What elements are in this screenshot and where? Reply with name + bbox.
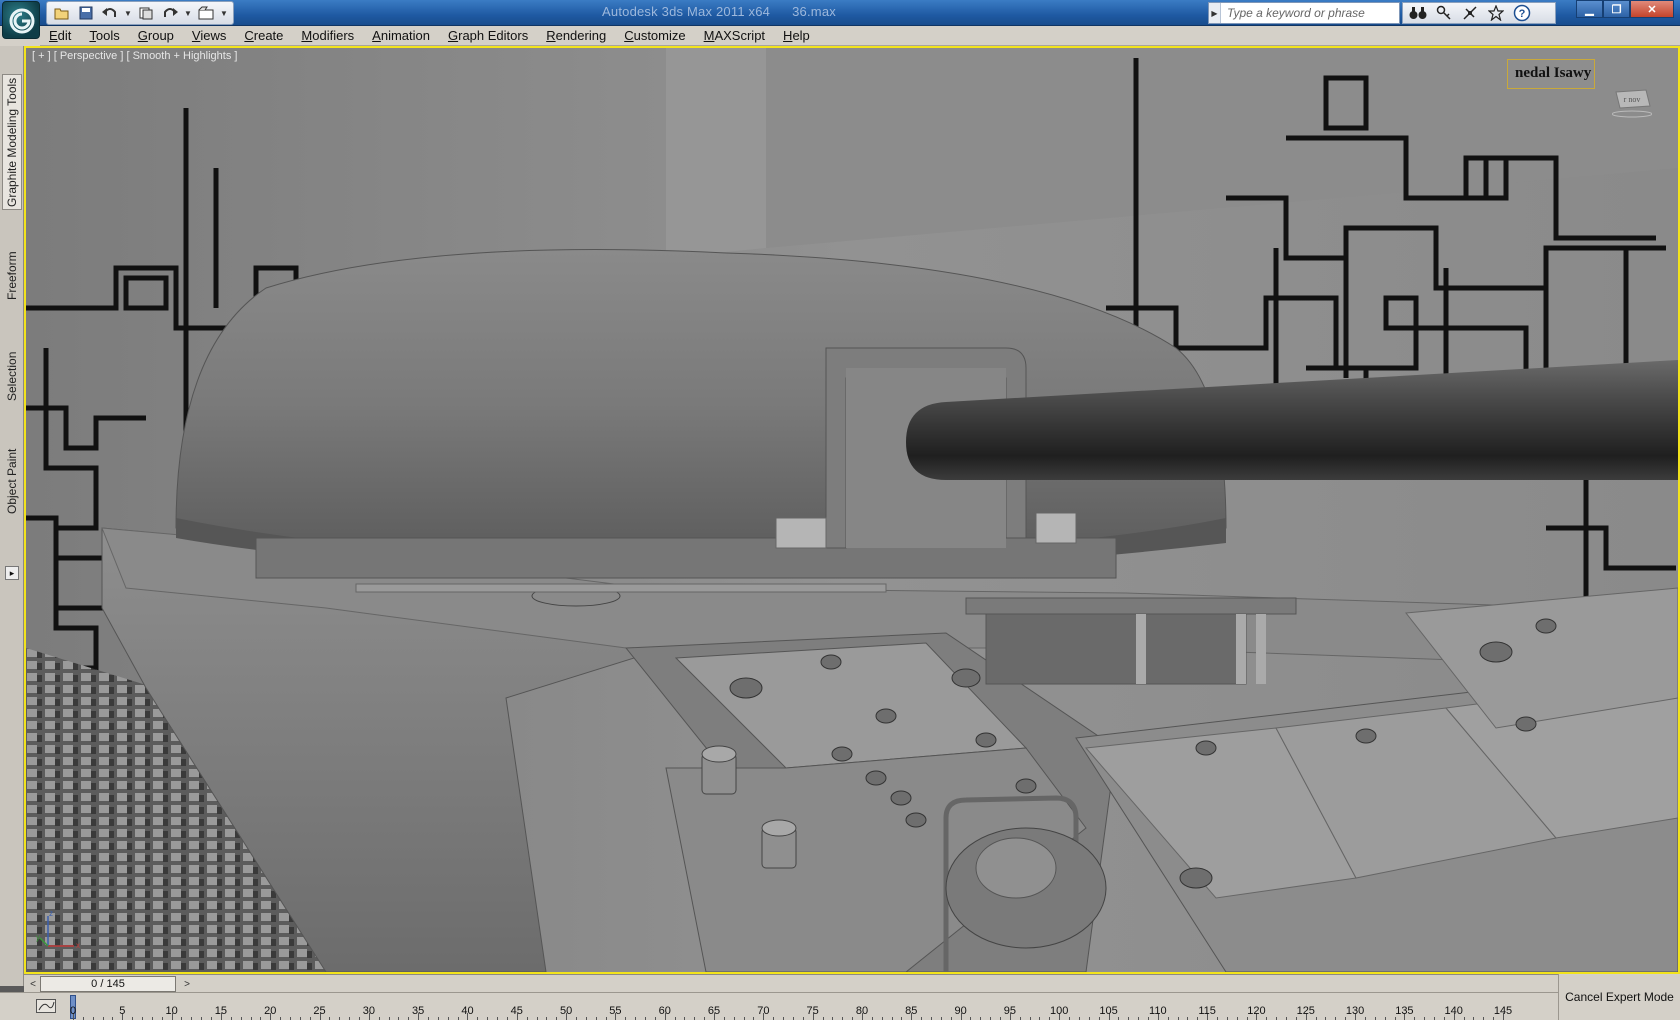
viewcube[interactable]: r nov xyxy=(1611,86,1653,118)
ribbon-expand-icon[interactable]: ▸ xyxy=(5,566,19,580)
menu-create[interactable]: Create xyxy=(235,26,292,46)
frame-label: 25 xyxy=(313,1005,326,1017)
frame-label: 20 xyxy=(264,1005,277,1017)
frame-label: 0 xyxy=(69,1005,77,1017)
frame-label: 45 xyxy=(510,1005,523,1017)
time-slider-bar: < 0 / 145 > xyxy=(24,974,1558,992)
hold-icon[interactable] xyxy=(135,3,157,23)
frame-label: 60 xyxy=(658,1005,671,1017)
tab-graphite-modeling-tools[interactable]: Graphite Modeling Tools xyxy=(2,74,22,210)
frame-label: 70 xyxy=(757,1005,770,1017)
window-controls: ▁ ❐ ✕ xyxy=(1576,0,1674,18)
time-slider[interactable]: 0 / 145 xyxy=(40,976,176,992)
svg-text:z: z xyxy=(49,909,53,918)
menu-views[interactable]: Views xyxy=(183,26,235,46)
title-bar: ▼ ▼ ▼ Autodesk 3ds Max 2011 x6436.max ▶ xyxy=(0,0,1680,26)
cancel-expert-mode-button[interactable]: Cancel Expert Mode xyxy=(1558,974,1680,1020)
menu-tools[interactable]: Tools xyxy=(80,26,128,46)
save-icon[interactable] xyxy=(75,3,97,23)
tank-scene-render xyxy=(26,48,1678,972)
restore-icon[interactable]: ❐ xyxy=(1603,0,1630,18)
minimize-icon[interactable]: ▁ xyxy=(1576,0,1603,18)
redo-icon[interactable] xyxy=(159,3,181,23)
satellite-icon[interactable] xyxy=(1459,3,1481,23)
frame-label: 145 xyxy=(1493,1005,1513,1017)
mini-curve-editor-icon[interactable] xyxy=(36,999,56,1013)
svg-text:y: y xyxy=(36,933,40,942)
close-icon[interactable]: ✕ xyxy=(1630,0,1674,18)
menu-customize[interactable]: Customize xyxy=(615,26,694,46)
tab-freeform[interactable]: Freeform xyxy=(2,246,22,306)
app-menu-button[interactable] xyxy=(2,1,40,39)
window-title: Autodesk 3ds Max 2011 x64 36.max xyxy=(602,4,836,19)
frame-label: 125 xyxy=(1296,1005,1315,1017)
frame-label: 105 xyxy=(1099,1005,1118,1017)
project-dropdown-icon[interactable]: ▼ xyxy=(219,3,229,23)
frame-label: 140 xyxy=(1444,1005,1463,1017)
menu-modifiers[interactable]: Modifiers xyxy=(292,26,363,46)
frame-label: 65 xyxy=(707,1005,721,1017)
help-icon[interactable]: ? xyxy=(1511,3,1533,23)
frame-label: 120 xyxy=(1247,1005,1266,1017)
frame-label: 95 xyxy=(1003,1005,1017,1017)
frame-label: 40 xyxy=(461,1005,474,1017)
author-name-tag: nedal Isawy xyxy=(1507,59,1595,89)
frame-ruler[interactable]: 0 5 10 15 20 25 30 35 40 45 50 55 60 65 70 75 80 85 90 95 10… xyxy=(70,993,1540,1020)
frame-label: 15 xyxy=(214,1005,228,1017)
undo-icon[interactable] xyxy=(99,3,121,23)
project-folder-icon[interactable] xyxy=(195,3,217,23)
search-input[interactable] xyxy=(1221,3,1397,23)
frame-label: 90 xyxy=(954,1005,967,1017)
infocenter-search[interactable]: ▶ xyxy=(1208,2,1400,24)
svg-text:x: x xyxy=(76,941,80,950)
frame-label: 5 xyxy=(119,1005,126,1017)
track-bar[interactable]: 0 5 10 15 20 25 30 35 40 45 50 55 60 65 70 75 80 85 90 95 10… xyxy=(0,992,1558,1020)
quick-access-toolbar: ▼ ▼ ▼ xyxy=(46,1,234,25)
frame-label: 50 xyxy=(559,1005,573,1017)
tab-object-paint[interactable]: Object Paint xyxy=(2,441,22,521)
redo-dropdown-icon[interactable]: ▼ xyxy=(183,3,193,23)
undo-dropdown-icon[interactable]: ▼ xyxy=(123,3,133,23)
menu-graph-editors[interactable]: Graph Editors xyxy=(439,26,537,46)
frame-label: 10 xyxy=(165,1005,178,1017)
svg-text:?: ? xyxy=(1519,8,1526,20)
frame-label: 30 xyxy=(362,1005,375,1017)
app-logo-icon xyxy=(9,8,35,34)
star-icon[interactable] xyxy=(1485,3,1507,23)
frame-label: 135 xyxy=(1395,1005,1414,1017)
ribbon-vertical-tabs: Graphite Modeling Tools Freeform Selecti… xyxy=(0,46,24,986)
frame-label: 110 xyxy=(1149,1005,1167,1017)
tab-selection[interactable]: Selection xyxy=(2,346,22,406)
viewcube-label: r nov xyxy=(1624,95,1641,104)
perspective-viewport[interactable]: [ + ] [ Perspective ] [ Smooth + Highlig… xyxy=(24,46,1680,974)
time-prev-button[interactable]: < xyxy=(26,977,40,991)
viewport-label[interactable]: [ + ] [ Perspective ] [ Smooth + Highlig… xyxy=(32,50,237,62)
menu-animation[interactable]: Animation xyxy=(363,26,439,46)
frame-label: 85 xyxy=(905,1005,918,1017)
search-expand-icon[interactable]: ▶ xyxy=(1209,3,1221,23)
axis-tripod-icon: z y x xyxy=(34,908,84,958)
frame-label: 55 xyxy=(609,1005,622,1017)
frame-label: 100 xyxy=(1050,1005,1069,1017)
menu-group[interactable]: Group xyxy=(129,26,183,46)
binoculars-icon[interactable] xyxy=(1407,3,1429,23)
frame-label: 80 xyxy=(855,1005,869,1017)
frame-label: 35 xyxy=(412,1005,425,1017)
menu-edit[interactable]: Edit xyxy=(40,26,80,46)
frame-label: 75 xyxy=(806,1005,819,1017)
menu-rendering[interactable]: Rendering xyxy=(537,26,615,46)
frame-label: 130 xyxy=(1345,1005,1365,1017)
menu-maxscript[interactable]: MAXScript xyxy=(695,26,774,46)
menu-bar: Edit Tools Group Views Create Modifiers … xyxy=(40,26,1680,46)
infocenter-toolbar: ? xyxy=(1402,2,1556,24)
key-icon[interactable] xyxy=(1433,3,1455,23)
time-next-button[interactable]: > xyxy=(180,977,194,991)
menu-help[interactable]: Help xyxy=(774,26,819,46)
frame-label: 115 xyxy=(1198,1005,1216,1017)
open-icon[interactable] xyxy=(51,3,73,23)
